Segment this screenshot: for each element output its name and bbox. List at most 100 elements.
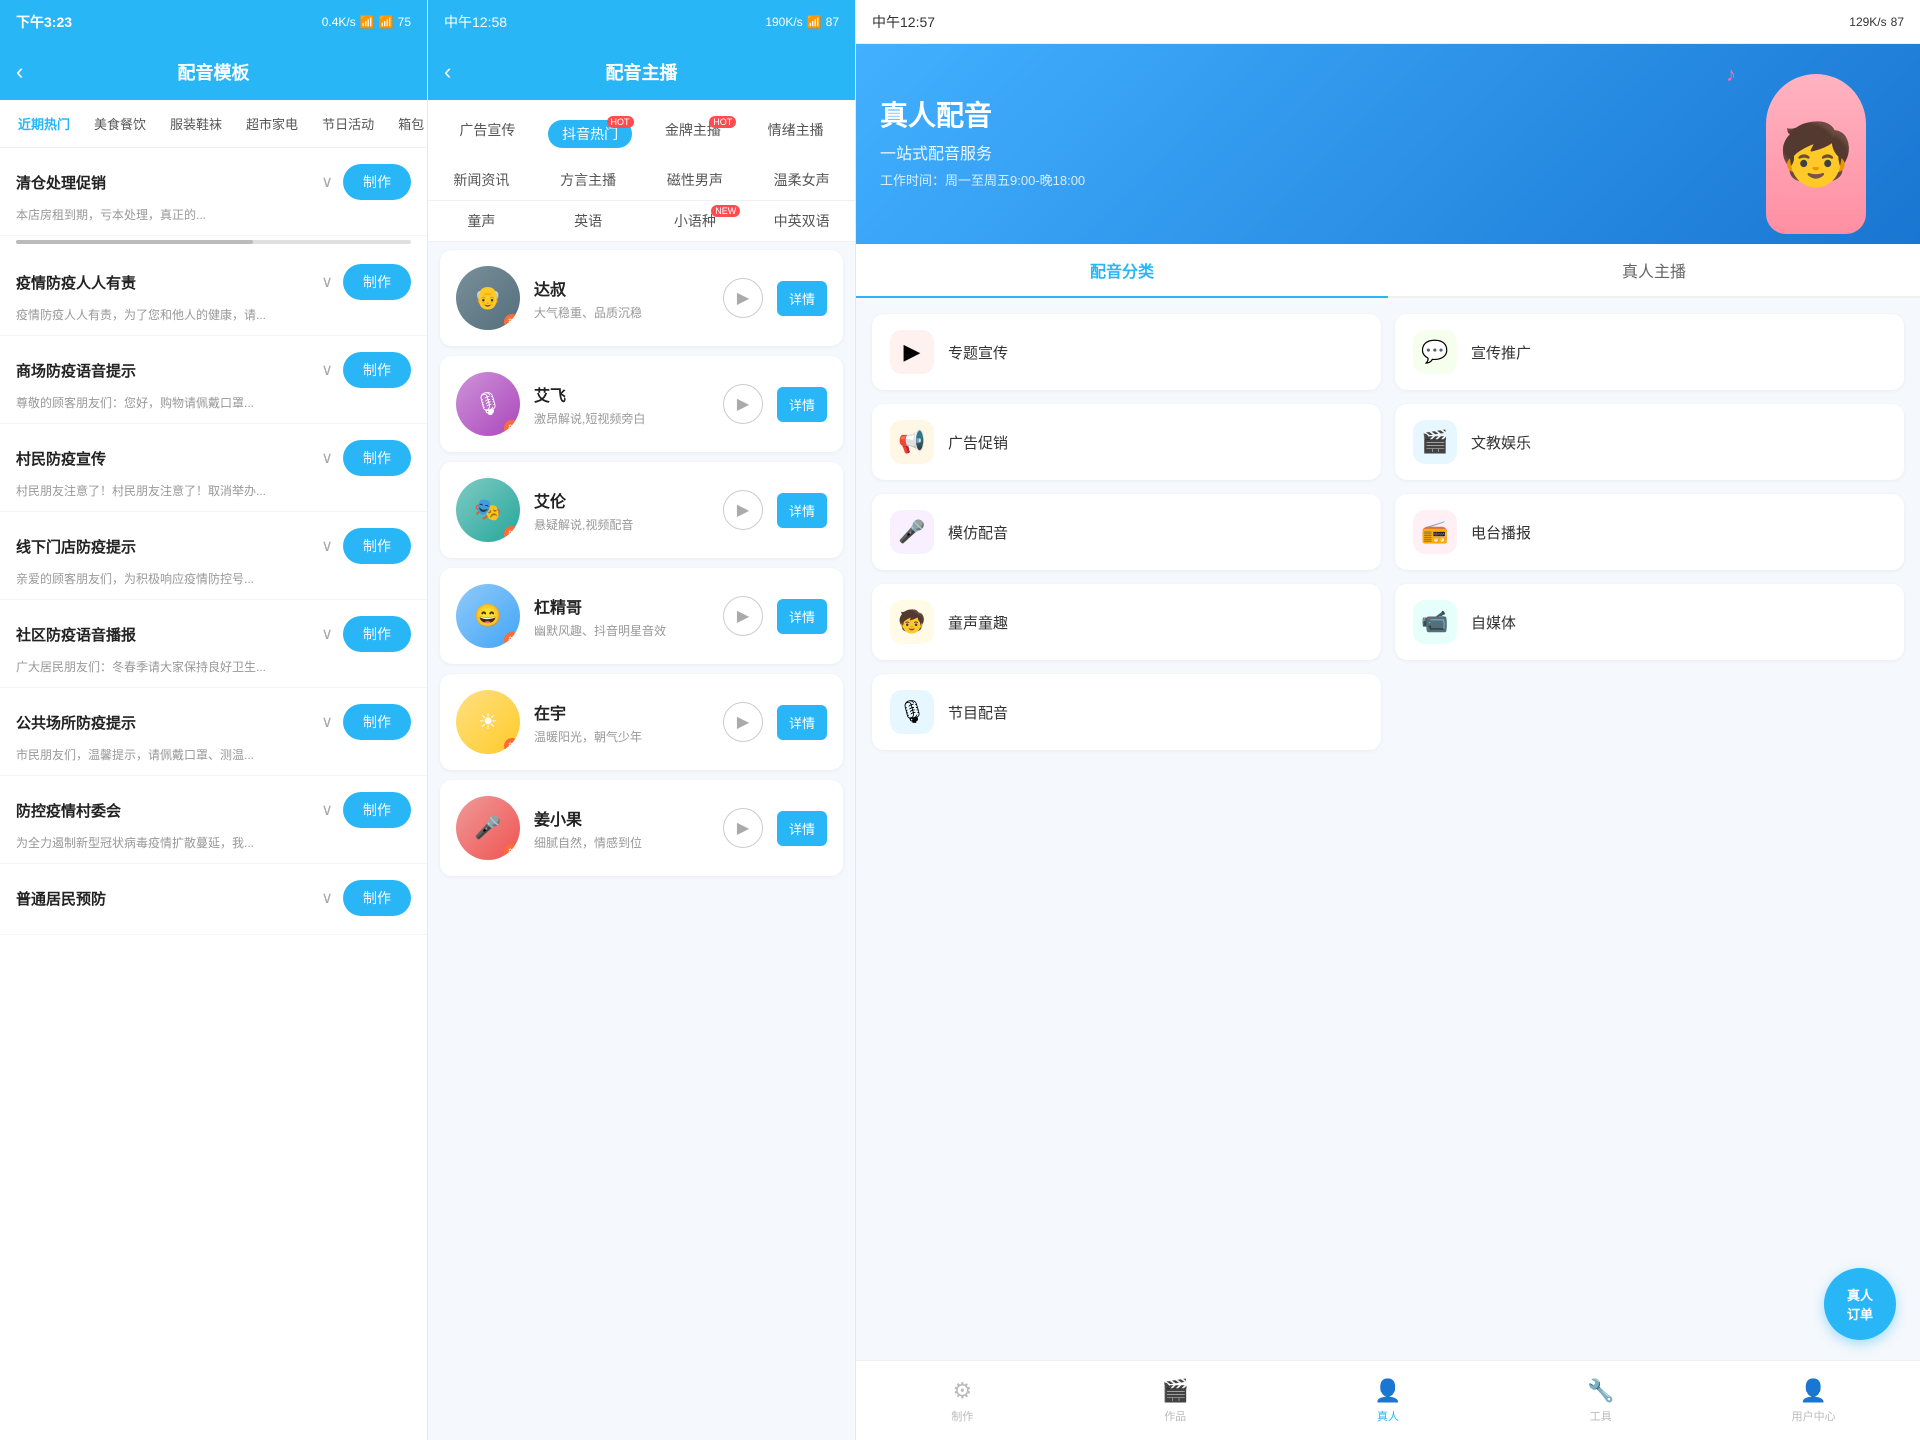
battery-2: 87 <box>826 15 839 29</box>
expand-icon[interactable]: ∨ <box>321 712 333 732</box>
template-item: 商场防疫语音提示 ∨ 制作 尊敬的顾客朋友们：您好，购物请佩戴口罩... <box>0 336 427 424</box>
detail-button[interactable]: 详情 <box>777 281 827 316</box>
nav-tools[interactable]: 🔧 工具 <box>1494 1378 1707 1424</box>
detail-button[interactable]: 详情 <box>777 387 827 422</box>
anchor-desc: 激昂解说,短视频旁白 <box>534 410 709 427</box>
anchor-card: 👴 新 达叔 大气稳重、品质沉稳 ▶ 详情 <box>440 250 843 346</box>
tab-food[interactable]: 美食餐饮 <box>84 110 156 137</box>
category-card[interactable]: 💬 宣传推广 <box>1395 314 1904 390</box>
category-card[interactable]: 🎙 节目配音 <box>872 674 1381 750</box>
tab-voice-category[interactable]: 配音分类 <box>856 244 1388 298</box>
tab-gold-anchor[interactable]: 金牌主播 HOT <box>642 112 745 160</box>
tab-magnetic[interactable]: 磁性男声 <box>642 160 749 200</box>
make-button[interactable]: 制作 <box>343 880 411 916</box>
tab-recent-hot[interactable]: 近期热门 <box>8 110 80 137</box>
nav-make[interactable]: ⚙ 制作 <box>856 1378 1069 1424</box>
panel-real-voice: 中午12:57 129K/s 87 真人配音 一站式配音服务 工作时间：周一至周… <box>856 0 1920 1440</box>
tab-ad-promo[interactable]: 广告宣传 <box>436 112 539 160</box>
anchor-info: 达叔 大气稳重、品质沉稳 <box>534 276 709 321</box>
back-button-1[interactable]: ‹ <box>16 59 23 85</box>
expand-icon[interactable]: ∨ <box>321 624 333 644</box>
make-button[interactable]: 制作 <box>343 264 411 300</box>
detail-button[interactable]: 详情 <box>777 705 827 740</box>
play-button[interactable]: ▶ <box>723 808 763 848</box>
nav-user-center[interactable]: 👤 用户中心 <box>1707 1378 1920 1424</box>
expand-icon[interactable]: ∨ <box>321 172 333 192</box>
expand-icon[interactable]: ∨ <box>321 888 333 908</box>
tab-bags[interactable]: 箱包 <box>388 110 427 137</box>
status-icons-2: 190K/s 📶 87 <box>765 15 839 29</box>
play-button[interactable]: ▶ <box>723 384 763 424</box>
anchor-badge: 新 <box>504 844 520 860</box>
play-button[interactable]: ▶ <box>723 278 763 318</box>
expand-icon[interactable]: ∨ <box>321 536 333 556</box>
play-button[interactable]: ▶ <box>723 596 763 636</box>
make-button[interactable]: 制作 <box>343 704 411 740</box>
expand-icon[interactable]: ∨ <box>321 448 333 468</box>
anchor-avatar: 🎭 新 <box>456 478 520 542</box>
template-item: 防控疫情村委会 ∨ 制作 为全力遏制新型冠状病毒疫情扩散蔓延，我... <box>0 776 427 864</box>
fab-label: 真人 <box>1847 1285 1873 1304</box>
template-desc: 本店房租到期，亏本处理，真正的... <box>16 206 206 223</box>
category-card[interactable]: 🎤 模仿配音 <box>872 494 1381 570</box>
tab-child-voice[interactable]: 童声 <box>428 201 535 241</box>
detail-button[interactable]: 详情 <box>777 811 827 846</box>
make-button[interactable]: 制作 <box>343 792 411 828</box>
template-item: 普通居民预防 ∨ 制作 <box>0 864 427 935</box>
tab-real-anchor[interactable]: 真人主播 <box>1388 244 1920 298</box>
make-button[interactable]: 制作 <box>343 352 411 388</box>
expand-icon[interactable]: ∨ <box>321 360 333 380</box>
status-bar-1: 下午3:23 0.4K/s 📶 📶 75 <box>0 0 427 44</box>
banner-text: 真人配音 一站式配音服务 工作时间：周一至周五9:00-晚18:00 <box>880 99 1736 190</box>
play-button[interactable]: ▶ <box>723 490 763 530</box>
scroll-indicator <box>16 240 411 244</box>
category-card[interactable]: 📻 电台播报 <box>1395 494 1904 570</box>
tab-bilingual[interactable]: 中英双语 <box>748 201 855 241</box>
play-button[interactable]: ▶ <box>723 702 763 742</box>
category-card[interactable]: ▶ 专题宣传 <box>872 314 1381 390</box>
category-label: 宣传推广 <box>1471 342 1531 363</box>
nav-works[interactable]: 🎬 作品 <box>1069 1378 1282 1424</box>
category-label: 专题宣传 <box>948 342 1008 363</box>
tab-appliance[interactable]: 超市家电 <box>236 110 308 137</box>
tab-gentle[interactable]: 温柔女声 <box>748 160 855 200</box>
nav-real[interactable]: 👤 真人 <box>1282 1378 1495 1424</box>
anchor-info: 艾飞 激昂解说,短视频旁白 <box>534 382 709 427</box>
make-button[interactable]: 制作 <box>343 616 411 652</box>
category-icon: 📢 <box>890 420 934 464</box>
template-desc: 亲爱的顾客朋友们，为积极响应疫情防控号... <box>16 570 254 587</box>
make-button[interactable]: 制作 <box>343 440 411 476</box>
detail-button[interactable]: 详情 <box>777 493 827 528</box>
detail-button[interactable]: 详情 <box>777 599 827 634</box>
hot-badge-1: HOT <box>607 116 634 128</box>
tab-douyin-hot[interactable]: 抖音热门 HOT <box>539 112 642 160</box>
category-card[interactable]: 📹 自媒体 <box>1395 584 1904 660</box>
tab-dialect[interactable]: 方言主播 <box>535 160 642 200</box>
category-card[interactable]: 📢 广告促销 <box>872 404 1381 480</box>
anchor-badge: 新 <box>504 632 520 648</box>
make-button[interactable]: 制作 <box>343 164 411 200</box>
category-card[interactable]: 🧒 童声童趣 <box>872 584 1381 660</box>
category-icon: 🧒 <box>890 600 934 644</box>
anchor-card: 😄 新 杠精哥 幽默风趣、抖音明星音效 ▶ 详情 <box>440 568 843 664</box>
anchor-avatar: 🎤 新 <box>456 796 520 860</box>
tab-emotion-anchor[interactable]: 情绪主播 <box>744 112 847 160</box>
category-card[interactable]: 🎬 文教娱乐 <box>1395 404 1904 480</box>
status-icons-3: 129K/s 87 <box>1849 15 1904 29</box>
make-button[interactable]: 制作 <box>343 528 411 564</box>
tab-news[interactable]: 新闻资讯 <box>428 160 535 200</box>
network-speed-3: 129K/s <box>1849 15 1886 29</box>
tab-holiday[interactable]: 节日活动 <box>312 110 384 137</box>
tab-english[interactable]: 英语 <box>535 201 642 241</box>
panel-anchor: 中午12:58 190K/s 📶 87 ‹ 配音主播 广告宣传 抖音热门 HOT… <box>428 0 856 1440</box>
back-button-2[interactable]: ‹ <box>444 59 451 85</box>
expand-icon[interactable]: ∨ <box>321 800 333 820</box>
template-item: 社区防疫语音播报 ∨ 制作 广大居民朋友们：冬春季请大家保持良好卫生... <box>0 600 427 688</box>
real-order-fab[interactable]: 真人 订单 <box>1824 1268 1896 1340</box>
tab-foreign-lang[interactable]: 小语种 NEW <box>642 201 749 241</box>
expand-icon[interactable]: ∨ <box>321 272 333 292</box>
template-list: 清仓处理促销 ∨ 制作 本店房租到期，亏本处理，真正的... 疫情防疫人人有责 … <box>0 148 427 1440</box>
nav-real-label: 真人 <box>1377 1408 1399 1424</box>
template-item: 村民防疫宣传 ∨ 制作 村民朋友注意了！村民朋友注意了！取消举办... <box>0 424 427 512</box>
tab-clothing[interactable]: 服装鞋袜 <box>160 110 232 137</box>
